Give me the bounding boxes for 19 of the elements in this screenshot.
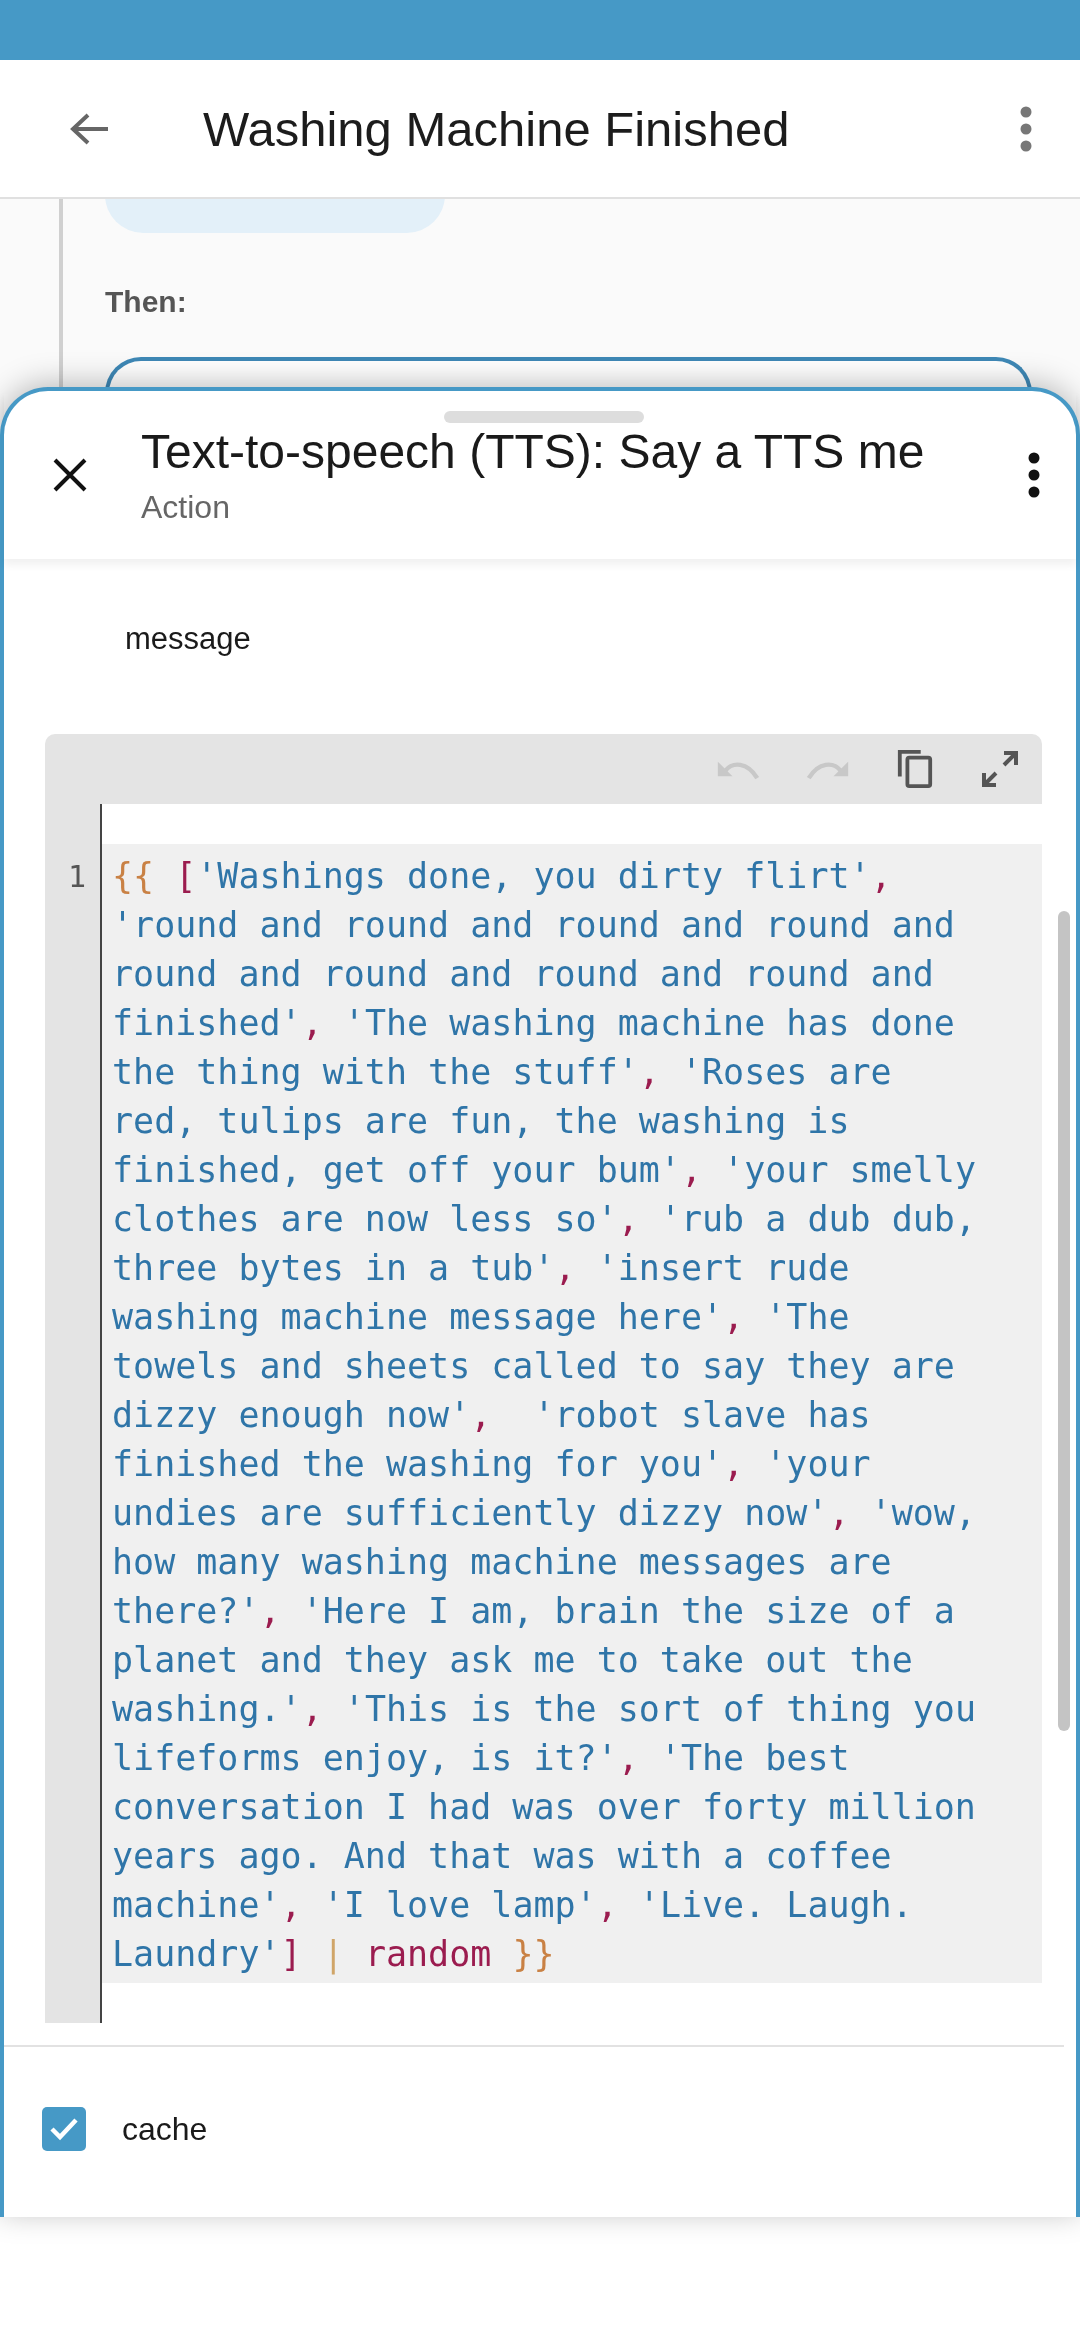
code-text: {{ ['Washings done, you dirty flirt', 'round and round and round and round and round and round and round and round and finished', 'The washing machine has done the thing with the stuff', 'Roses are red, tulips are fun, the washing is finished, get off your bum', 'your smelly clothes are now less so', 'rub a dub dub, three bytes in a tub', 'insert rude washing machine message here', 'The towels and sheets called to say they are dizzy enough now', 'robot slave has finished the washing for you', 'your undies are sufficiently dizzy now', 'wow, how many washing machine messages are there?', 'Here I am, brain the size of a planet and they ask me to take out the washing.', 'This is the sort of thing you lifeforms enjoy, is it?', 'The best conversation I had was over forty million years ago. And that was with a coffee machine', 'I love lamp', 'Live. Laugh. Laundry'] | random }} (102, 844, 1042, 1983)
code-editor[interactable] (45, 734, 1042, 2023)
line-number: 1 (67, 858, 86, 896)
scrollbar[interactable] (1058, 911, 1070, 1731)
sheet-title: Text-to-speech (TTS): Say a TTS me (141, 424, 926, 479)
more-icon (1020, 105, 1032, 152)
back-arrow-icon (68, 111, 110, 146)
checkbox-label: cache (122, 2110, 208, 2148)
more-icon (1028, 452, 1040, 498)
close-icon (52, 457, 88, 493)
page-title: Washing Machine Finished (203, 100, 791, 157)
fullscreen-icon (980, 749, 1020, 789)
copy-icon (896, 748, 934, 790)
check-icon (49, 2117, 79, 2141)
field-label: message (125, 621, 252, 657)
section-label: Then: (105, 285, 188, 319)
checkbox[interactable] (42, 2107, 86, 2151)
drag-handle[interactable] (444, 411, 644, 423)
sheet-subtitle: Action (141, 489, 231, 526)
